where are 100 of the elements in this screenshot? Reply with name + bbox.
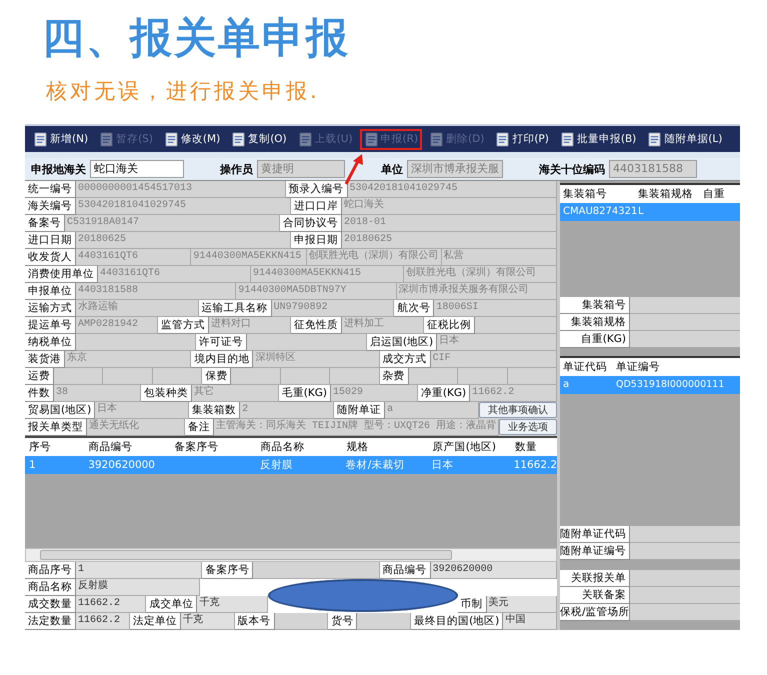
field-label: 商品编号 [380,562,431,579]
field-value[interactable]: 530420181041029745 [348,181,557,198]
field-label: 进口口岸 [291,198,342,215]
field-value[interactable]: 私营 [442,249,557,266]
field-value[interactable]: 中国 [503,613,558,630]
action-button[interactable]: 业务选项 [499,419,557,435]
field-value[interactable]: CIF [430,351,557,368]
toolbar-button[interactable]: 批量申报(B) [556,128,640,150]
field-label: 集装箱数 [189,402,240,419]
field-value[interactable]: 20180625 [342,232,557,249]
column-header[interactable]: 商品名称 [256,438,343,456]
field-label: 海关编号 [25,198,76,215]
toolbar-button[interactable]: 修改(M) [160,128,224,150]
field-value[interactable]: 进料对口 [209,317,291,334]
field-label: 包装种类 [140,385,192,402]
field-value[interactable]: 530420181041029745 [76,198,291,215]
field-label: 提运单号 [25,317,76,334]
field-value[interactable]: 4403181588 [76,283,236,300]
field-value[interactable]: 11662.2 [76,596,146,613]
field-value[interactable]: 4403161QT6 [76,249,192,266]
field-value[interactable]: 东京 [65,351,192,368]
column-header[interactable]: 规格 [342,438,429,456]
field-value[interactable]: 日本 [95,402,190,419]
field-label: 许可证号 [196,334,247,351]
table-row[interactable]: 1 3920620000 反射膜 卷材/未裁切 日本 11662.2 [25,456,557,474]
field-label: 启运国(地区) [366,334,438,351]
field-value[interactable]: 千克 [197,596,268,613]
field-label: 法定单位 [130,613,181,630]
field-value[interactable]: 创联胜光电（深圳）有限公司 [404,266,557,283]
field-value[interactable]: 11662.2 [470,385,557,402]
field-value[interactable]: 38 [54,385,141,402]
header-field[interactable]: 深圳市博承报关服 [407,160,503,178]
field-label: 装货港 [25,351,65,368]
column-header[interactable]: 单证编号 [613,358,740,376]
toolbar-button[interactable]: 随附单据(L) [643,128,726,150]
field-value[interactable]: C531918A0147 [65,215,280,232]
table-row[interactable]: a QD531918I000000111 [560,376,740,394]
column-header[interactable]: 原产国(地区) [428,438,511,456]
field-label: 币制 [458,596,487,613]
field-label: 消费使用单位 [25,266,98,283]
header-field[interactable]: 黄捷明 [257,160,345,178]
field-value[interactable]: 日本 [437,334,558,351]
field-value[interactable]: 3920620000 [430,562,557,579]
field-value[interactable]: 其它 [192,385,279,402]
field-value[interactable]: 美元 [486,596,557,613]
field-value[interactable]: 进料加工 [342,317,424,334]
column-header[interactable]: 自重 [700,185,739,203]
column-header[interactable]: 备案序号 [170,438,257,456]
field-value[interactable]: 2 [240,402,334,419]
field-label: 合同协议号 [280,215,342,232]
field-value[interactable]: 18006SI [434,300,558,317]
header-field[interactable]: 4403181588 [609,160,697,178]
field-value[interactable]: 水路运输 [76,300,199,317]
column-header[interactable]: 数量 [511,438,557,456]
field-label: 境内目的地 [191,351,254,368]
toolbar-button[interactable]: 新增(N) [29,128,92,150]
field-value[interactable]: 通关无纸化 [87,419,185,436]
field-label: 统一编号 [25,181,76,198]
field-value[interactable]: 深圳特区 [253,351,380,368]
field-value[interactable]: 4403161QT6 [98,266,251,283]
field-value[interactable]: 蛇口海关 [342,198,557,215]
field-value[interactable]: 主管海关：同乐海关 TEIJIN牌 型号：UXQT26 用途：液晶背 [214,419,499,436]
field-label: 自重(KG) [560,331,630,348]
field-value[interactable]: 20180625 [76,232,291,249]
field-value[interactable]: 创联胜光电（深圳）有限公司 [306,249,442,266]
field-label: 进口日期 [25,232,76,249]
field-label: 随附单证 [334,402,386,419]
toolbar-button[interactable]: 打印(P) [491,128,553,150]
field-label: 集装箱规格 [560,314,630,331]
field-label: 航次号 [394,300,434,317]
table-row[interactable]: CMAU8274321 L [560,203,740,221]
horizontal-scrollbar[interactable] [25,548,557,562]
field-label: 运输方式 [25,300,76,317]
field-value[interactable]: a [385,402,480,419]
field-value[interactable]: 深圳市博承报关服务有限公司 [396,283,557,300]
field-value[interactable]: 1 [76,562,202,579]
column-header[interactable]: 集装箱号 [560,185,635,203]
field-value[interactable]: 2018-01 [342,215,557,232]
field-value[interactable]: 91440300MA5EKKN415 [251,266,404,283]
column-header[interactable]: 序号 [25,438,84,456]
field-value[interactable]: UN9790892 [272,300,394,317]
column-header[interactable]: 商品编号 [84,438,170,456]
field-value[interactable]: 0000000001454517013 [76,181,286,198]
field-value[interactable]: 千克 [180,613,235,630]
field-value[interactable]: 11662.2 [76,613,130,630]
field-value[interactable]: AMP0281942 [76,317,158,334]
field-label: 杂费 [380,368,409,385]
field-value[interactable]: 15029 [331,385,418,402]
action-button[interactable]: 其他事项确认 [479,402,558,418]
field-value[interactable]: 反射膜 [76,579,200,596]
column-header[interactable]: 单证代码 [560,358,613,376]
field-label: 保税/监管场所 [560,604,630,621]
field-value[interactable]: 91440300MA5DBTN97Y [236,283,397,300]
field-label: 纳税单位 [25,334,76,351]
header-field[interactable]: 蛇口海关 [90,160,184,178]
column-header[interactable]: 集装箱规格 [635,185,700,203]
field-label: 预录入编号 [286,181,348,198]
field-label: 随附单证编号 [560,543,630,560]
toolbar-button[interactable]: 复制(O) [227,128,291,150]
field-value[interactable]: 91440300MA5EKKN415 [191,249,307,266]
